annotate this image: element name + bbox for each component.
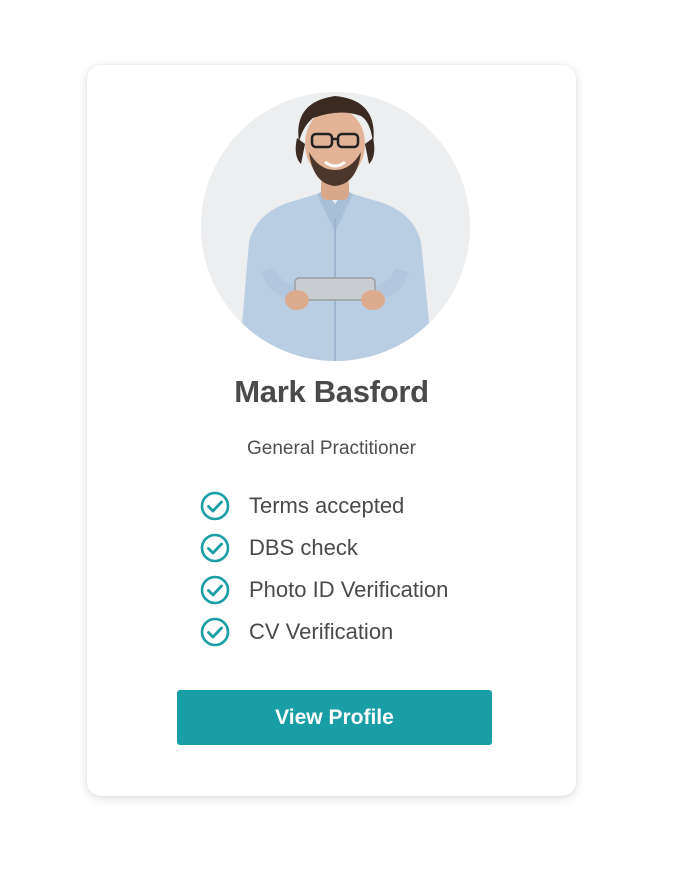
checklist-item-label: Terms accepted (249, 493, 405, 518)
checklist-item-label: DBS check (249, 535, 358, 560)
checklist-item-photo-id: Photo ID Verification (200, 569, 448, 611)
checklist-item-terms: Terms accepted (200, 485, 448, 527)
check-circle-icon (200, 617, 230, 647)
avatar (201, 92, 470, 361)
view-profile-button[interactable]: View Profile (177, 690, 492, 745)
profile-role: General Practitioner (247, 438, 416, 459)
avatar-photo (201, 92, 470, 361)
profile-name: Mark Basford (234, 374, 429, 409)
checklist-item-label: CV Verification (249, 619, 394, 644)
profile-card: Mark Basford General Practitioner Terms … (87, 65, 576, 796)
checklist-item-dbs: DBS check (200, 527, 448, 569)
check-circle-icon (200, 533, 230, 563)
checklist-item-cv: CV Verification (200, 611, 448, 653)
checklist-item-label: Photo ID Verification (249, 577, 449, 602)
check-circle-icon (200, 575, 230, 605)
verification-checklist: Terms accepted DBS check Photo ID Verifi… (200, 485, 448, 653)
check-circle-icon (200, 491, 230, 521)
